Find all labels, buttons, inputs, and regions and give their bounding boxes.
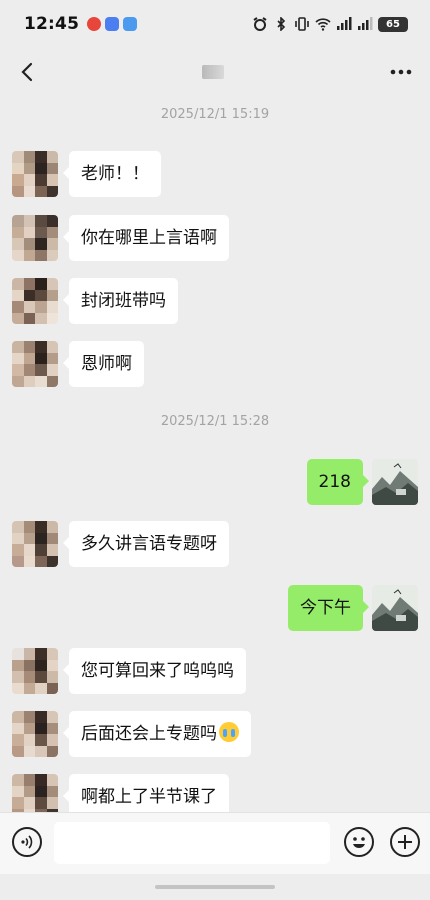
app-notify-icon (105, 17, 120, 31)
avatar[interactable] (12, 151, 58, 197)
avatar[interactable] (12, 341, 58, 387)
message-bubble[interactable]: 你在哪里上言语啊 (63, 215, 229, 261)
plus-icon[interactable] (390, 827, 420, 857)
self-avatar[interactable] (372, 585, 418, 631)
message-bubble[interactable]: 恩师啊 (63, 341, 144, 387)
status-app-icons (87, 17, 138, 31)
bluetooth-icon (277, 17, 286, 31)
message-text: 后面还会上专题吗 (81, 724, 217, 744)
chat-title (202, 65, 224, 79)
weibo-notify-icon (87, 17, 102, 31)
status-time: 12:45 (24, 14, 80, 34)
message-row: 你在哪里上言语啊 (0, 215, 430, 261)
message-row: 封闭班带吗 (0, 278, 430, 324)
battery-indicator: 65 (378, 16, 408, 32)
message-bubble[interactable]: 老师！！ (63, 151, 161, 197)
crying-emoji-icon (219, 722, 239, 742)
home-indicator[interactable] (155, 885, 275, 889)
message-row: 啊都上了半节课了 (0, 774, 430, 812)
message-bubble[interactable]: 后面还会上专题吗 (63, 711, 251, 757)
timestamp: 2025/12/1 15:28 (160, 414, 270, 429)
timestamp: 2025/12/1 15:19 (160, 107, 270, 122)
avatar[interactable] (12, 215, 58, 261)
vibrate-icon (295, 17, 309, 31)
chat-header (0, 48, 430, 96)
message-bubble[interactable]: 封闭班带吗 (63, 278, 178, 324)
input-bar (0, 812, 430, 874)
message-bubble-outgoing[interactable]: 今下午 (288, 585, 369, 631)
wifi-icon (315, 18, 331, 31)
message-bubble[interactable]: 您可算回来了呜呜呜 (63, 648, 246, 694)
message-row: 218 (0, 459, 430, 505)
message-bubble[interactable]: 多久讲言语专题呀 (63, 521, 229, 567)
avatar[interactable] (12, 521, 58, 567)
chevron-left-icon[interactable] (16, 61, 38, 83)
message-row: 老师！！ (0, 151, 430, 197)
message-bubble[interactable]: 啊都上了半节课了 (63, 774, 229, 812)
avatar[interactable] (12, 278, 58, 324)
alarm-icon (253, 17, 267, 31)
signal-icon (337, 17, 352, 30)
avatar[interactable] (12, 774, 58, 812)
system-status-icons: 65 (252, 16, 408, 32)
signal-icon-2 (358, 17, 373, 30)
avatar[interactable] (12, 648, 58, 694)
message-row: 后面还会上专题吗 (0, 711, 430, 757)
avatar[interactable] (12, 711, 58, 757)
message-bubble-outgoing[interactable]: 218 (306, 459, 370, 505)
app-notify-icon-2 (123, 17, 138, 31)
ellipsis-icon[interactable] (388, 61, 414, 83)
message-row: 恩师啊 (0, 341, 430, 387)
smiley-icon[interactable] (344, 827, 374, 857)
message-row: 您可算回来了呜呜呜 (0, 648, 430, 694)
status-bar: 12:45 65 (0, 0, 430, 48)
message-input[interactable] (54, 822, 330, 864)
self-avatar[interactable] (372, 459, 418, 505)
message-row: 今下午 (0, 585, 430, 631)
message-row: 多久讲言语专题呀 (0, 521, 430, 567)
voice-icon[interactable] (12, 827, 42, 857)
